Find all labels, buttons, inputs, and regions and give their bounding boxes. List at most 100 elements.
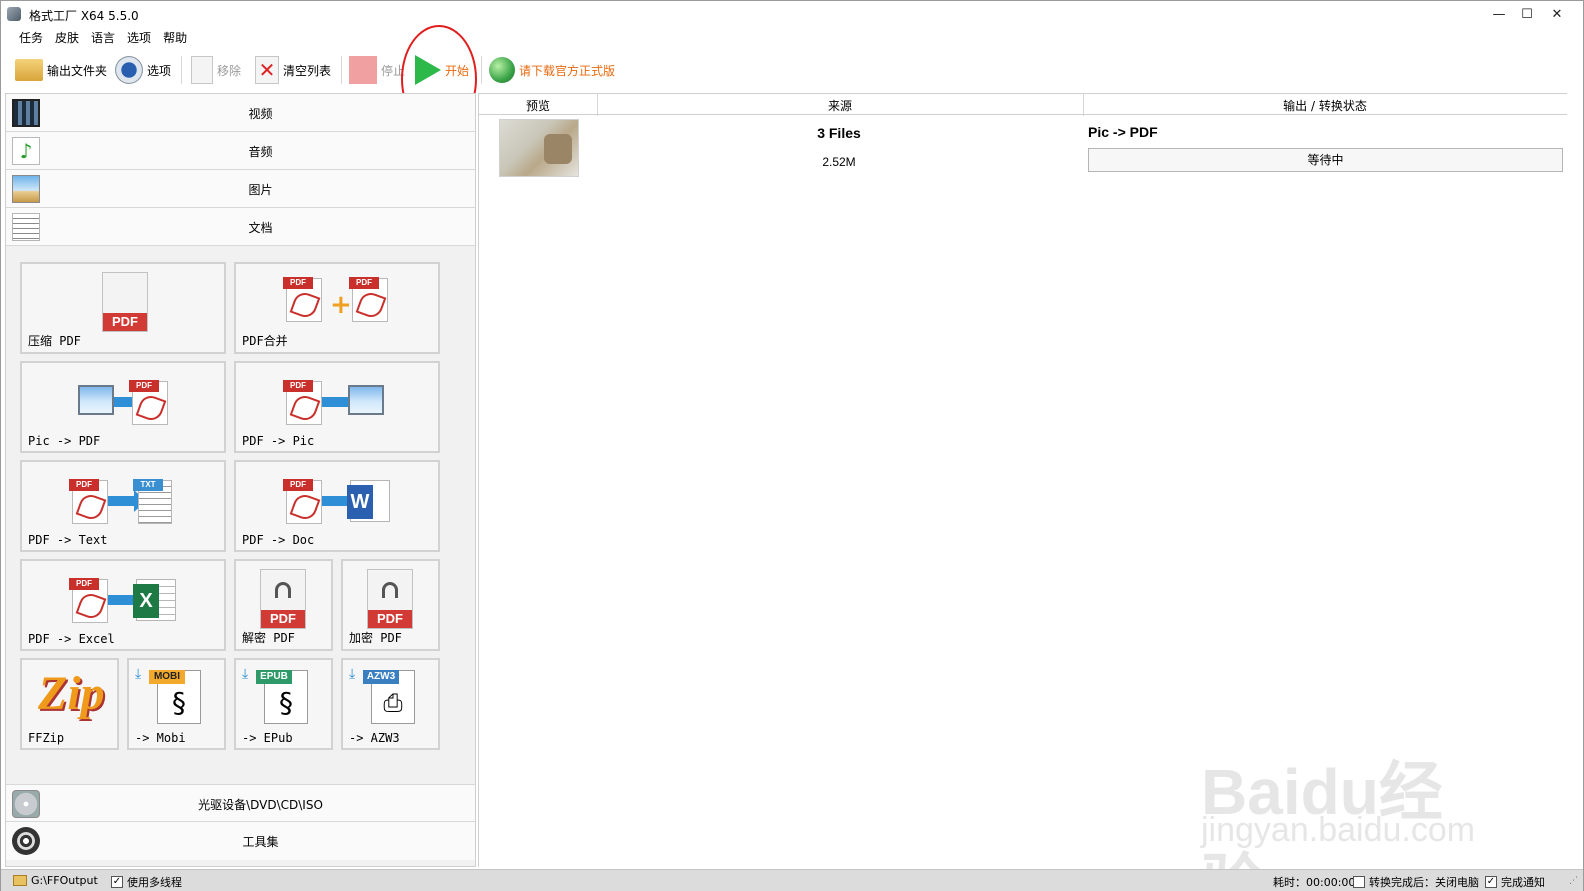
txt-badge: TXT [133,479,163,491]
encrypt-pdf-tile[interactable]: PDF 加密 PDF [341,559,440,651]
to-mobi-label: -> Mobi [135,731,186,745]
column-preview[interactable]: 预览 [479,97,597,114]
output-type: Pic -> PDF [1088,124,1158,140]
to-azw3-tile[interactable]: ⤓ ⎙ AZW3 -> AZW3 [341,658,440,750]
ffzip-tile[interactable]: Zip FFZip [20,658,119,750]
excel-file-icon: X [133,579,176,621]
close-button[interactable]: ✕ [1543,5,1571,25]
plus-icon: + [330,290,352,320]
resize-grip-icon[interactable]: ⋰ [1569,876,1578,886]
arrow-right-icon [322,490,360,512]
category-video[interactable]: 视频 [6,94,475,132]
source-file-count: 3 Files [817,125,861,141]
clear-list-icon: ✕ [255,56,279,84]
pdf-to-pic-tile[interactable]: PDF PDF -> Pic [234,361,440,453]
clear-list-button[interactable]: ✕ 清空列表 [255,53,331,87]
notify-checkbox[interactable]: ✓ 完成通知 [1485,874,1545,890]
pdf-to-excel-label: PDF -> Excel [28,632,115,646]
gear-icon [115,56,143,84]
folder-icon [13,875,27,886]
category-tools[interactable]: 工具集 [6,822,475,860]
menu-help[interactable]: 帮助 [157,29,193,49]
category-video-label: 视频 [248,107,273,121]
category-tools-label: 工具集 [242,835,279,849]
remove-button[interactable]: 移除 [191,53,241,87]
after-convert-checkbox[interactable]: 转换完成后：关闭电脑 [1353,874,1479,890]
to-mobi-tile[interactable]: ⤓ § MOBI -> Mobi [127,658,226,750]
minimize-button[interactable]: — [1485,5,1513,25]
arrow-right-icon [322,391,360,413]
menu-options[interactable]: 选项 [121,29,157,49]
title-bar: 格式工厂 X64 5.5.0 — ☐ ✕ [1,1,1583,29]
to-epub-label: -> EPub [242,731,293,745]
remove-label: 移除 [217,63,242,78]
category-audio-label: 音频 [248,145,273,159]
maximize-button[interactable]: ☐ [1513,5,1541,25]
toolbar-divider [341,56,342,84]
app-logo-icon [7,7,21,21]
word-file-icon: W [347,480,390,522]
notify-label: 完成通知 [1501,876,1545,889]
encrypt-pdf-label: 加密 PDF [349,631,402,645]
toolbar-divider [481,56,482,84]
folder-icon [15,59,43,81]
pdf-merge-tile[interactable]: PDF + PDF PDF合并 [234,262,440,354]
status-bar: G:\FFOutput ✓ 使用多线程 耗时：00:00:00 转换完成后：关闭… [1,869,1583,891]
pdf-file-icon: PDF [69,479,108,524]
disc-icon [12,790,40,818]
decrypt-pdf-tile[interactable]: PDF 解密 PDF [234,559,333,651]
menu-task[interactable]: 任务 [13,29,49,49]
category-image[interactable]: 图片 [6,170,475,208]
stop-button[interactable]: 停止 [349,53,405,87]
word-badge: W [347,485,373,519]
decrypt-pdf-badge: PDF [261,610,305,628]
pdf-file-icon: PDF [283,277,322,322]
pic-to-pdf-tile[interactable]: PDF Pic -> PDF [20,361,226,453]
play-icon [415,55,441,85]
decrypt-pdf-label: 解密 PDF [242,631,295,645]
film-icon [12,99,40,127]
column-output-status[interactable]: 输出 / 转换状态 [1083,97,1567,114]
to-epub-tile[interactable]: ⤓ § EPUB -> EPub [234,658,333,750]
download-official-link[interactable]: 请下载官方正式版 [489,53,615,87]
compress-pdf-tile[interactable]: PDF 压缩 PDF [20,262,226,354]
window-title: 格式工厂 X64 5.5.0 [29,9,139,23]
epub-badge: EPUB [256,670,292,684]
picture-icon [12,175,40,203]
film-reel-icon [12,827,40,855]
compress-pdf-label: 压缩 PDF [28,334,81,348]
ffzip-label: FFZip [28,731,65,745]
compress-pdf-icon: PDF [102,272,148,332]
azw3-badge: AZW3 [363,670,399,684]
category-disc[interactable]: 光驱设备\DVD\CD\ISO [6,784,475,822]
status-progress-bar: 等待中 [1088,148,1563,172]
download-label: 请下载官方正式版 [519,63,616,78]
output-path[interactable]: G:\FFOutput [13,874,98,887]
lock-icon [382,582,398,598]
picture-icon [78,385,114,415]
pdf-file-icon: PDF [69,578,108,623]
document-pencil-icon [12,213,40,241]
multithread-checkbox[interactable]: ✓ 使用多线程 [111,874,182,890]
category-document[interactable]: 文档 [6,208,475,246]
category-image-label: 图片 [248,183,273,197]
pdf-to-doc-tile[interactable]: PDF W PDF -> Doc [234,460,440,552]
to-azw3-label: -> AZW3 [349,731,400,745]
encrypt-pdf-badge: PDF [368,610,412,628]
options-button[interactable]: 选项 [115,53,171,87]
mobi-badge: MOBI [149,670,185,684]
category-audio[interactable]: ♪ 音频 [6,132,475,170]
options-label: 选项 [147,63,172,78]
column-source[interactable]: 来源 [597,97,1083,114]
music-note-icon: ♪ [12,137,40,165]
menu-language[interactable]: 语言 [85,29,121,49]
toolbar-divider [181,56,182,84]
start-button[interactable]: 开始 [415,53,469,87]
download-arrow-icon: ⤓ [349,666,356,682]
pdf-to-text-tile[interactable]: PDF TXT PDF -> Text [20,460,226,552]
category-document-label: 文档 [248,221,273,235]
output-folder-button[interactable]: 输出文件夹 [15,53,107,87]
category-disc-label: 光驱设备\DVD\CD\ISO [198,798,323,812]
menu-skin[interactable]: 皮肤 [49,29,85,49]
pdf-to-excel-tile[interactable]: PDF X PDF -> Excel [20,559,226,651]
